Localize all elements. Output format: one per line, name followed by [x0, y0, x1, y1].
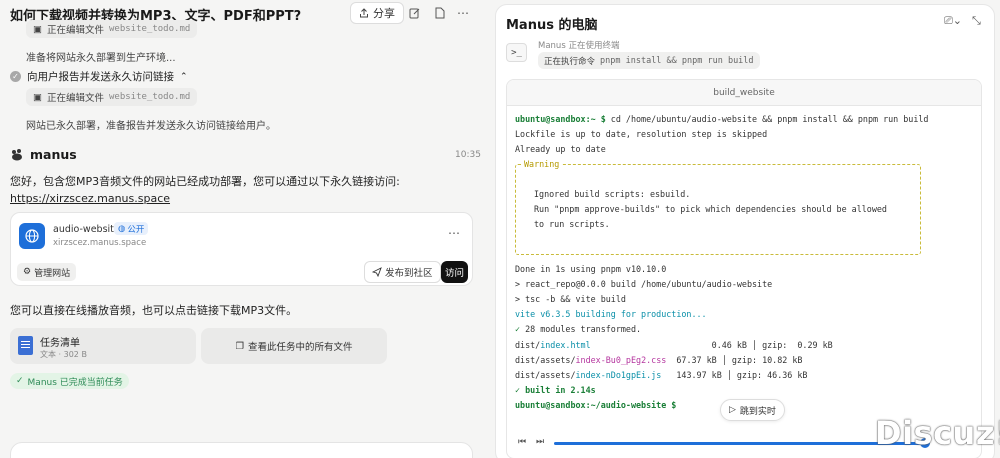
next-icon[interactable]: ⏭ [536, 437, 544, 447]
check-icon: ✓ [10, 71, 21, 82]
terminal-line: dist/index.html 0.46 kB │ gzip: 0.29 kB [515, 339, 833, 350]
jump-to-live-button[interactable]: ▷ 跳到实时 [720, 399, 785, 421]
settings-icon: ⚙ [23, 267, 32, 277]
site-name: audio-website [53, 224, 120, 235]
publish-community-button[interactable]: 发布到社区 [364, 261, 441, 283]
chip-file: website_todo.md [109, 92, 191, 102]
file-icon[interactable] [431, 4, 449, 22]
public-label: 公开 [127, 224, 145, 235]
share-icon [360, 8, 368, 18]
warning-box: Warning Ignored build scripts: esbuild. … [515, 156, 921, 255]
card-more-icon[interactable]: ⋯ [448, 226, 460, 240]
computer-title: Manus 的电脑 [506, 18, 598, 33]
deployed-status-text: 网站已永久部署，准备报告并发送永久访问链接给用户。 [26, 121, 276, 132]
terminal-line: > react_repo@0.0.0 build /home/ubuntu/au… [515, 278, 773, 289]
share-label: 分享 [373, 7, 395, 20]
chip-label: 正在编辑文件 [46, 25, 104, 36]
message-time: 10:35 [455, 150, 481, 160]
warning-label: Warning [522, 156, 562, 172]
warning-line: Ignored build scripts: esbuild. [534, 188, 691, 199]
step-report[interactable]: ✓ 向用户报告并发送永久访问链接 ⌃ [10, 69, 188, 84]
all-files-label: 查看此任务中的所有文件 [248, 342, 353, 353]
terminal-line: ubuntu@sandbox:~ $ cd /home/ubuntu/audio… [515, 114, 929, 124]
terminal-line: ✓ built in 2.14s [515, 385, 596, 396]
globe-icon [19, 223, 45, 249]
terminal-line: > tsc -b && vite build [515, 293, 626, 304]
share-button[interactable]: 分享 [350, 2, 404, 24]
site-url: xirzscez.manus.space [53, 238, 147, 248]
manage-label: 管理网站 [34, 268, 71, 279]
terminal-icon: >_ [506, 43, 527, 62]
files-icon: ❐ [235, 340, 244, 352]
task-complete-badge: ✓ Manus 已完成当前任务 [10, 373, 129, 389]
website-card: audio-website ◍ 公开 xirzscez.manus.space … [10, 212, 473, 286]
monitor-icon[interactable]: ⎚⌄ [944, 14, 962, 28]
terminal-line: dist/assets/index-nDo1gpEi.js 143.97 kB … [515, 369, 808, 380]
panel-controls: ⎚⌄ ⤡ [944, 14, 981, 28]
more-icon[interactable]: ⋯ [454, 4, 472, 22]
using-terminal-text: Manus 正在使用终端 [538, 41, 620, 51]
check-icon: ✓ [16, 376, 24, 386]
document-icon [18, 336, 33, 355]
done-label: Manus 已完成当前任务 [27, 377, 123, 388]
deploy-status-text: 准备将网站永久部署到生产环境... [26, 53, 176, 64]
manus-logo-icon [12, 148, 22, 160]
command-chip: 正在执行命令 pnpm install && pnpm run build [538, 52, 760, 69]
play-text: 您可以直接在线播放音频，也可以点击链接下载MP3文件。 [10, 304, 298, 317]
file-meta: 文本 · 302 B [40, 350, 87, 359]
prev-icon[interactable]: ⏮ [518, 437, 526, 447]
warning-line: Run "pnpm approve-builds" to pick which … [534, 203, 887, 214]
file-name: 任务清单 [40, 338, 80, 349]
terminal-title: build_website [507, 80, 981, 106]
edit-doc-icon: ▣ [33, 91, 42, 103]
chat-panel: 如何下载视频并转换为MP3、文字、PDF和PPT? 分享 ⋯ ▣ 正在编辑文件 … [0, 0, 486, 458]
editing-file-chip[interactable]: ▣ 正在编辑文件 website_todo.md [26, 88, 198, 106]
jump-label: 跳到实时 [739, 406, 776, 417]
brand-name: manus [30, 147, 77, 162]
visit-button[interactable]: 访问 [441, 261, 468, 283]
message-input[interactable] [10, 442, 473, 458]
chip-file: website_todo.md [109, 24, 191, 34]
chevron-up-icon: ⌃ [180, 71, 188, 82]
terminal-output: ubuntu@sandbox:~ $ cd /home/ubuntu/audio… [507, 106, 981, 419]
edit-doc-icon: ▣ [33, 23, 42, 35]
watermark-logo: Discuz!3 [875, 414, 1000, 452]
edit-icon[interactable] [406, 4, 424, 22]
terminal-line: ✓ 28 modules transformed. [515, 324, 642, 335]
view-all-files-button[interactable]: ❐ 查看此任务中的所有文件 [201, 328, 387, 364]
cmd-value: pnpm install && pnpm run build [600, 55, 754, 66]
terminal-line: Already up to date [515, 144, 606, 155]
publish-label: 发布到社区 [385, 268, 433, 279]
file-card[interactable]: 任务清单 文本 · 302 B [10, 328, 196, 364]
warning-line: to run scripts. [534, 218, 610, 229]
editing-file-chip[interactable]: ▣ 正在编辑文件 website_todo.md [26, 20, 198, 38]
send-icon [372, 267, 382, 277]
terminal-line: dist/assets/index-Bu0_pEg2.css 67.37 kB … [515, 354, 803, 365]
chip-label: 正在编辑文件 [46, 93, 104, 104]
globe-small-icon: ◍ [118, 223, 126, 234]
computer-panel: Manus 的电脑 ⎚⌄ ⤡ >_ Manus 正在使用终端 正在执行命令 pn… [495, 4, 995, 458]
progress-track[interactable] [554, 442, 924, 445]
step-label: 向用户报告并发送永久访问链接 [27, 71, 174, 83]
manage-site-button[interactable]: ⚙ 管理网站 [17, 263, 77, 281]
public-badge: ◍ 公开 [114, 222, 149, 235]
terminal-line: Lockfile is up to date, resolution step … [515, 129, 768, 140]
terminal-line: vite v6.3.5 building for production... [515, 309, 707, 320]
terminal-line: Done in 1s using pnpm v10.10.0 [515, 263, 667, 274]
cmd-label: 正在执行命令 [544, 56, 596, 67]
manus-brand: manus [10, 147, 77, 162]
permanent-link[interactable]: https://xirzscez.manus.space [10, 192, 170, 205]
collapse-icon[interactable]: ⤡ [972, 14, 981, 28]
reply-greeting: 您好，包含您MP3音频文件的网站已经成功部署，您可以通过以下永久链接访问: [10, 175, 400, 188]
play-icon: ▷ [729, 405, 736, 415]
